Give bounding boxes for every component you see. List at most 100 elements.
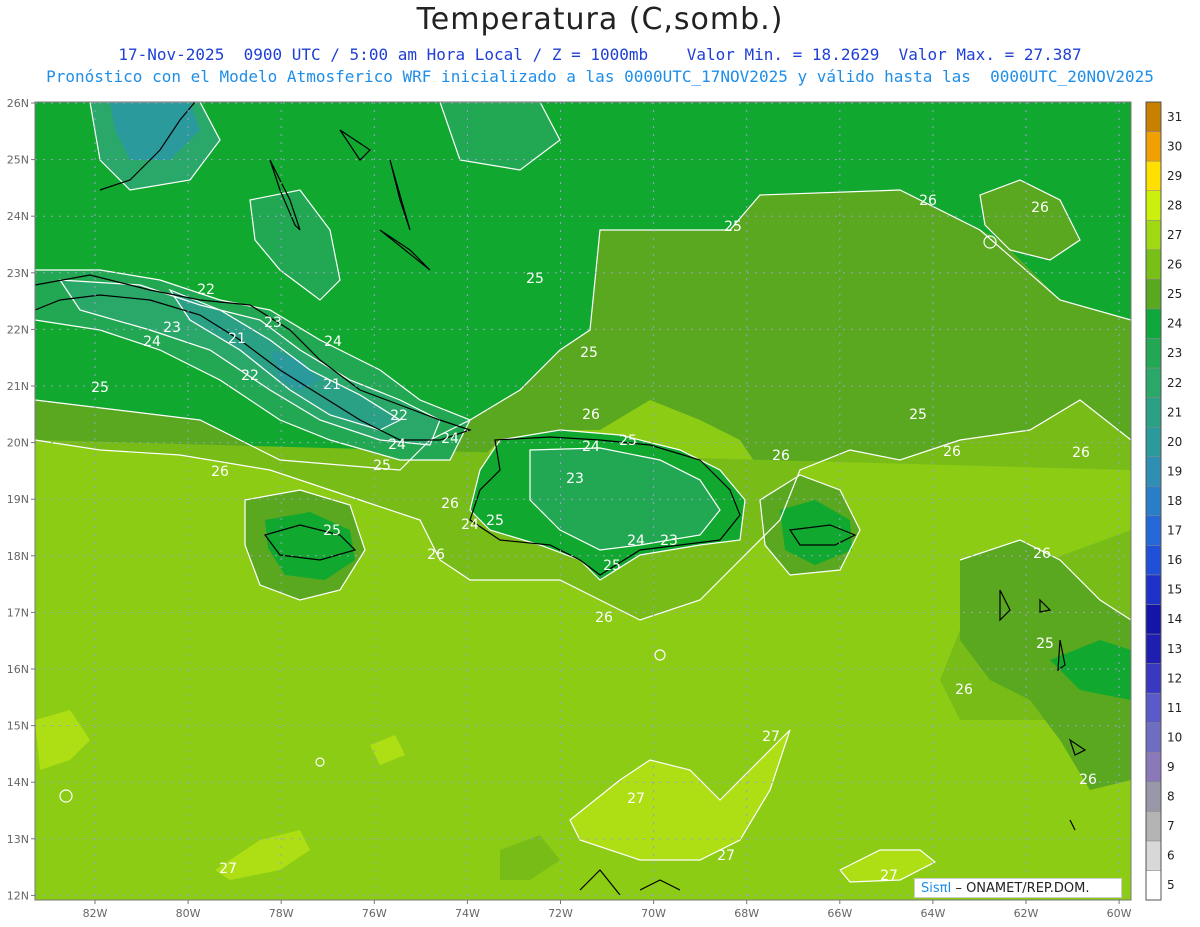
lon-label: 60W	[1107, 907, 1132, 920]
lon-label: 76W	[362, 907, 387, 920]
colorbar-label: 20	[1167, 435, 1182, 449]
lat-label: 17N	[7, 606, 29, 619]
colorbar-label: 8	[1167, 790, 1175, 804]
colorbar-label: 13	[1167, 642, 1182, 656]
colorbar-label: 28	[1167, 198, 1182, 212]
lat-label: 13N	[7, 833, 29, 846]
colorbar-label: 26	[1167, 258, 1182, 272]
lon-axis: 82W 80W 78W 76W 74W 72W 70W 68W 66W 64W 62W 60W	[83, 900, 1132, 920]
colorbar-cell	[1145, 692, 1162, 723]
colorbar-label: 15	[1167, 583, 1182, 597]
colorbar-label: 19	[1167, 464, 1182, 478]
colorbar-cell	[1145, 870, 1162, 901]
isotherm-label: 26	[1033, 546, 1051, 562]
lon-label: 64W	[920, 907, 945, 920]
sispi-logo: SisπI	[921, 881, 952, 896]
colorbar-label: 18	[1167, 494, 1182, 508]
lat-label: 26N	[7, 97, 29, 110]
isotherm-label: 21	[228, 331, 246, 347]
isotherm-label: 21	[323, 377, 341, 393]
isotherm-label: 24	[388, 437, 406, 453]
lat-label: 19N	[7, 493, 29, 506]
isotherm-label: 25	[486, 513, 504, 529]
isotherm-label: 26	[1079, 772, 1097, 788]
isotherm-label: 25	[724, 219, 742, 235]
lat-label: 14N	[7, 776, 29, 789]
colorbar-cell	[1145, 751, 1162, 783]
colorbar-cell	[1145, 840, 1162, 871]
colorbar-cell	[1145, 101, 1162, 132]
isotherm-label: 25	[373, 458, 391, 474]
colorbar-label: 25	[1167, 287, 1182, 301]
colorbar-cell	[1145, 249, 1162, 280]
isotherm-label: 24	[461, 517, 479, 533]
colorbar-label: 9	[1167, 760, 1175, 774]
colorbar-cell	[1145, 131, 1162, 162]
colorbar-label: 21	[1167, 405, 1182, 419]
isotherm-label: 26	[595, 610, 613, 626]
lat-label: 24N	[7, 210, 29, 223]
lon-label: 72W	[548, 907, 573, 920]
isotherm-label: 22	[390, 408, 408, 424]
colorbar-cell	[1145, 811, 1162, 842]
colorbar-cell	[1145, 663, 1162, 694]
lat-label: 16N	[7, 663, 29, 676]
isotherm-label: 26	[211, 464, 229, 480]
isotherm-label: 25	[580, 345, 598, 361]
lat-label: 18N	[7, 550, 29, 563]
colorbar-cell	[1145, 308, 1162, 339]
lon-label: 66W	[827, 907, 852, 920]
colorbar-cell	[1145, 219, 1162, 251]
lat-label: 23N	[7, 267, 29, 280]
isotherm-label: 25	[1036, 636, 1054, 652]
colorbar-label: 7	[1167, 819, 1175, 833]
colorbar-cell	[1145, 279, 1162, 310]
credit-text: – ONAMET/REP.DOM.	[951, 881, 1090, 896]
colorbar-cell	[1145, 515, 1162, 546]
colorbar-cell	[1145, 397, 1162, 428]
colorbar-label: 11	[1167, 701, 1182, 715]
lon-label: 62W	[1014, 907, 1039, 920]
isotherm-label: 25	[91, 380, 109, 396]
isotherm-label: 26	[772, 448, 790, 464]
isotherm-label: 26	[1031, 200, 1049, 216]
lat-label: 15N	[7, 720, 29, 733]
lon-label: 82W	[83, 907, 108, 920]
isotherm-label: 25	[603, 558, 621, 574]
colorbar-cell	[1145, 190, 1162, 221]
colorbar-cell	[1145, 604, 1162, 635]
isotherm-label: 27	[762, 729, 780, 745]
isotherm-label: 24	[582, 439, 600, 455]
lat-label: 12N	[7, 889, 29, 902]
isotherm-label: 27	[219, 861, 237, 877]
colorbar-cell	[1145, 485, 1162, 517]
colorbar-label: 6	[1167, 849, 1175, 863]
colorbar-label: 10	[1167, 730, 1182, 744]
isotherm-label: 23	[660, 533, 678, 549]
isotherm-label: 24	[627, 533, 645, 549]
lon-label: 78W	[269, 907, 294, 920]
temperature-map: 26N 25N 24N 23N 22N 21N 20N 19N 18N 17N 16N 15N 14N 1…	[7, 97, 1183, 920]
isotherm-label: 23	[163, 320, 181, 336]
colorbar-label: 12	[1167, 671, 1182, 685]
colorbar-label: 24	[1167, 317, 1182, 331]
colorbar-label: 31	[1167, 110, 1182, 124]
colorbar-label: 16	[1167, 553, 1182, 567]
colorbar-label: 29	[1167, 169, 1182, 183]
isotherm-label: 26	[919, 193, 937, 209]
colorbar-cell	[1145, 781, 1162, 812]
isotherm-label: 22	[241, 368, 259, 384]
colorbar-cell	[1145, 367, 1162, 398]
lat-label: 22N	[7, 323, 29, 336]
colorbar-label: 17	[1167, 524, 1182, 538]
isotherm-label: 25	[323, 523, 341, 539]
color-scale: 5 6 7 8 9 10 11 12 13 14 15 16 17 18 19 20 21 22 23 24 25 26 2…	[1145, 101, 1182, 901]
isotherm-label: 25	[909, 407, 927, 423]
colorbar-cell	[1145, 574, 1162, 605]
isotherm-label: 26	[441, 496, 459, 512]
colorbar-label: 27	[1167, 228, 1182, 242]
isotherm-label: 25	[619, 433, 637, 449]
isotherm-label: 27	[880, 868, 898, 884]
lat-axis: 26N 25N 24N 23N 22N 21N 20N 19N 18N 17N 16N 15N 14N 1…	[7, 97, 35, 902]
lon-label: 80W	[176, 907, 201, 920]
